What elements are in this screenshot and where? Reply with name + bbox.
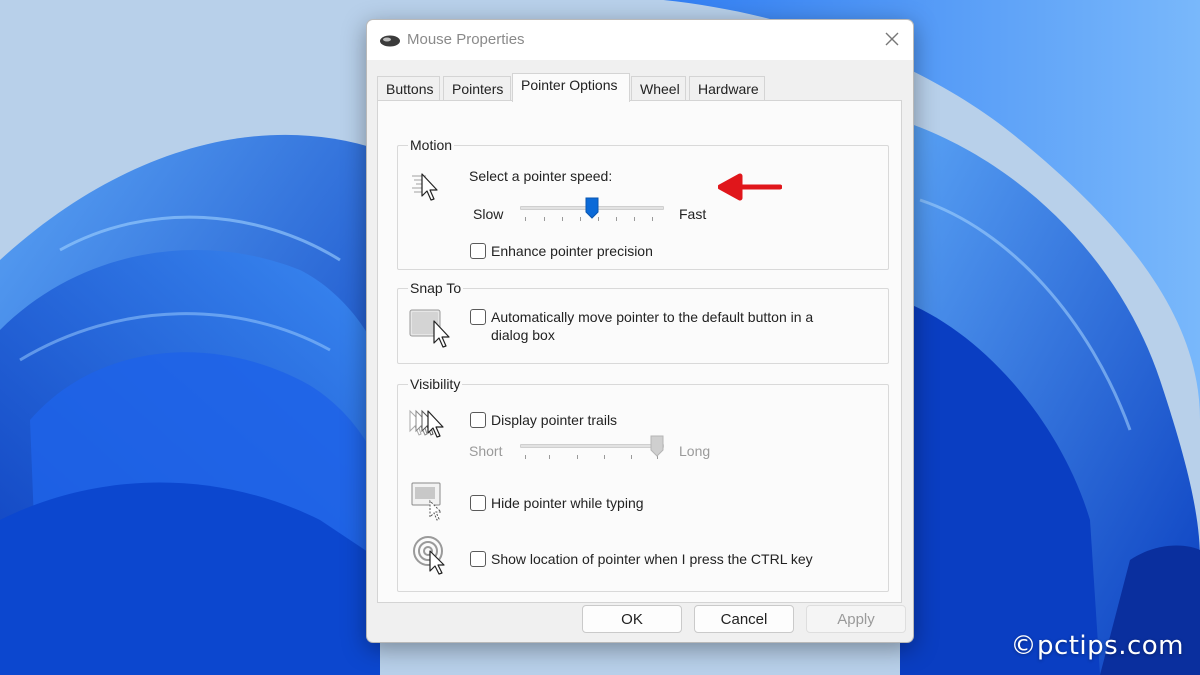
visibility-group-label: Visibility	[408, 376, 463, 392]
long-label: Long	[679, 443, 711, 459]
trail-tick	[604, 455, 605, 459]
title-bar: Mouse Properties	[367, 20, 913, 60]
motion-group: Motion Select a pointer speed: Slow Fast…	[397, 137, 889, 270]
pointer-speed-thumb[interactable]	[585, 197, 599, 219]
close-icon[interactable]	[879, 26, 905, 52]
cancel-button[interactable]: Cancel	[694, 605, 794, 633]
snap-to-icon	[409, 309, 450, 348]
speed-tick	[525, 217, 526, 221]
red-arrow-annotation	[718, 173, 782, 201]
hide-pointer-icon	[411, 482, 443, 521]
tab-pointers[interactable]: Pointers	[443, 76, 511, 101]
tab-pointer-options[interactable]: Pointer Options	[512, 73, 630, 102]
pointer-speed-icon	[412, 173, 438, 201]
pointer-trails-label: Display pointer trails	[491, 412, 618, 428]
mouse-icon	[380, 35, 400, 47]
visibility-group: Visibility Display pointer trails Short	[397, 376, 889, 592]
show-location-label: Show location of pointer when I press th…	[491, 551, 813, 567]
trail-length-track	[520, 444, 664, 448]
tab-buttons[interactable]: Buttons	[377, 76, 440, 101]
speed-tick	[652, 217, 653, 221]
fast-label: Fast	[679, 206, 707, 222]
pointer-trails-icon	[409, 409, 444, 438]
speed-tick	[562, 217, 563, 221]
show-location-icon	[413, 536, 445, 575]
trail-length-slider[interactable]	[520, 434, 664, 464]
auto-move-pointer-checkbox[interactable]	[470, 309, 486, 325]
hide-pointer-typing-checkbox[interactable]	[470, 495, 486, 511]
speed-tick	[634, 217, 635, 221]
tab-wheel[interactable]: Wheel	[631, 76, 686, 101]
trail-length-thumb[interactable]	[650, 435, 664, 457]
trail-tick	[631, 455, 632, 459]
snap-to-group-label: Snap To	[408, 280, 464, 296]
pointer-trails-checkbox[interactable]	[470, 412, 486, 428]
snap-to-group: Snap To Automatically move pointer to th…	[397, 280, 889, 364]
motion-group-label: Motion	[408, 137, 455, 153]
trail-tick	[525, 455, 526, 459]
window-title: Mouse Properties	[407, 31, 525, 48]
speed-tick	[544, 217, 545, 221]
tab-hardware[interactable]: Hardware	[689, 76, 765, 101]
watermark: ©pctips.com	[1010, 631, 1184, 661]
pointer-speed-label: Select a pointer speed:	[469, 168, 613, 184]
auto-move-pointer-label-line2: dialog box	[491, 327, 555, 343]
mouse-properties-dialog: Mouse Properties Buttons Pointers Pointe…	[366, 19, 914, 643]
apply-button: Apply	[806, 605, 906, 633]
show-location-checkbox[interactable]	[470, 551, 486, 567]
enhance-precision-label: Enhance pointer precision	[491, 243, 653, 259]
short-label: Short	[469, 443, 503, 459]
auto-move-pointer-label: Automatically move pointer to the defaul…	[491, 309, 814, 325]
speed-tick	[616, 217, 617, 221]
slow-label: Slow	[473, 206, 504, 222]
hide-pointer-typing-label: Hide pointer while typing	[491, 495, 644, 511]
trail-tick	[577, 455, 578, 459]
speed-tick	[580, 217, 581, 221]
pointer-speed-slider[interactable]	[520, 196, 664, 226]
pointer-options-panel: Motion Select a pointer speed: Slow Fast…	[377, 100, 902, 603]
enhance-precision-checkbox[interactable]	[470, 243, 486, 259]
ok-button[interactable]: OK	[582, 605, 682, 633]
trail-tick	[549, 455, 550, 459]
